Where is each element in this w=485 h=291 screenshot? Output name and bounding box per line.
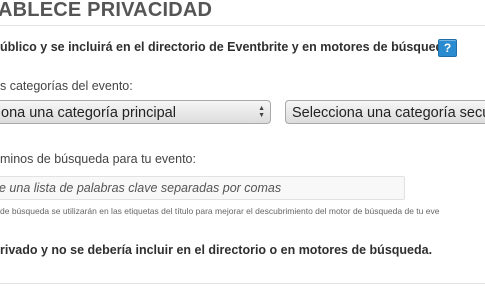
privacy-public-option[interactable]: úblico y se incluirá en el directorio de… [0,40,454,54]
search-terms-placeholder: e una lista de palabras clave separadas … [0,181,282,195]
primary-category-value: ona una categoría principal [1,105,176,121]
primary-category-select[interactable]: ona una categoría principal ▲ ▼ [0,100,271,124]
search-terms-input[interactable]: e una lista de palabras clave separadas … [0,176,405,200]
select-arrows-icon: ▲ ▼ [258,105,265,119]
categories-label: s categorías del evento: [0,79,133,93]
bottom-divider [0,283,485,284]
section-title: ABLECE PRIVACIDAD [0,0,213,21]
secondary-category-value: Selecciona una categoría secu [292,105,485,121]
secondary-category-select[interactable]: Selecciona una categoría secu [285,100,485,124]
title-divider [0,25,485,26]
privacy-private-option[interactable]: rivado y no se debería incluir en el dir… [0,243,432,257]
search-terms-hint: de búsqueda se utilizarán en las etiquet… [0,206,440,216]
search-terms-label: minos de búsqueda para tu evento: [0,152,196,166]
help-icon[interactable]: ? [438,39,457,57]
